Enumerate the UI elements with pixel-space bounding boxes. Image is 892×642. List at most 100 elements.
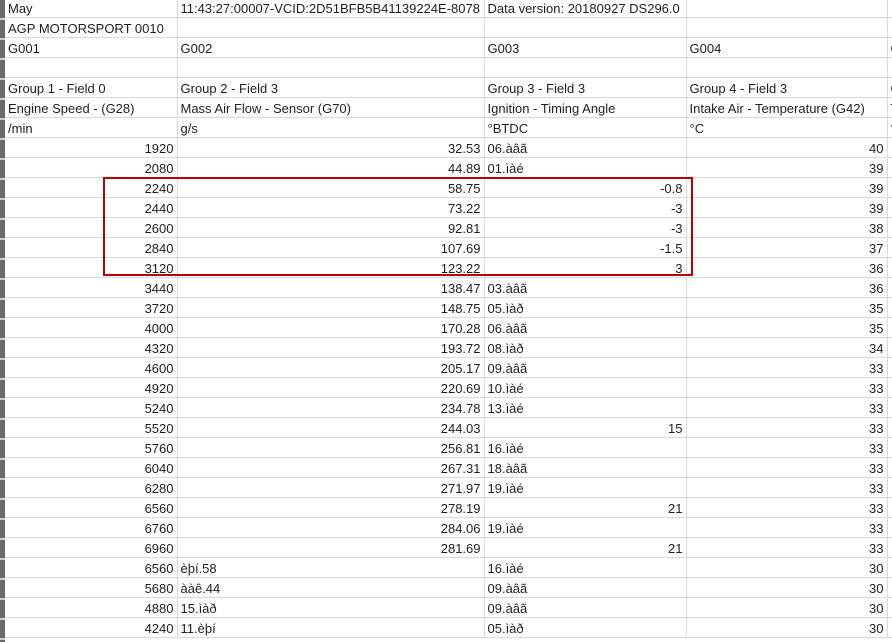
table-cell[interactable]: 138.47 [177, 277, 485, 298]
table-cell[interactable]: 19.ìàé [484, 517, 687, 538]
table-cell[interactable]: 1920 [5, 137, 178, 158]
table-cell[interactable]: 15.ìàð [177, 597, 485, 618]
table-cell[interactable]: 38 [686, 217, 888, 238]
table-cell[interactable]: 2440 [5, 197, 178, 218]
table-cell[interactable]: 3120 [5, 257, 178, 278]
table-cell[interactable]: 06.àâã [484, 317, 687, 338]
header-cell[interactable]: g/s [177, 117, 485, 138]
header-cell[interactable]: Group 4 - Field 3 [686, 77, 888, 98]
header-cell[interactable]: Group 3 - Field 3 [484, 77, 687, 98]
table-cell[interactable]: 33 [686, 377, 888, 398]
table-cell[interactable]: 107.69 [177, 237, 485, 258]
header-cell[interactable] [887, 0, 892, 18]
table-cell-empty[interactable] [887, 617, 892, 638]
table-cell[interactable]: 30 [686, 577, 888, 598]
header-cell[interactable]: G002 [177, 37, 485, 58]
table-cell[interactable]: 234.78 [177, 397, 485, 418]
table-cell-empty[interactable] [887, 317, 892, 338]
table-cell[interactable]: 06.àâã [484, 137, 687, 158]
table-cell[interactable]: 2240 [5, 177, 178, 198]
header-cell[interactable]: Engine Speed - (G28) [5, 97, 178, 118]
table-cell-empty[interactable] [887, 217, 892, 238]
table-cell[interactable]: 33 [686, 397, 888, 418]
table-cell[interactable]: 33 [686, 517, 888, 538]
table-cell-empty[interactable] [887, 157, 892, 178]
header-cell[interactable]: G [887, 37, 892, 58]
table-cell-empty[interactable] [887, 537, 892, 558]
table-cell-empty[interactable] [887, 237, 892, 258]
table-cell[interactable]: 30 [686, 597, 888, 618]
header-cell[interactable]: May [5, 0, 178, 18]
header-cell[interactable]: /min [5, 117, 178, 138]
table-cell[interactable]: 244.03 [177, 417, 485, 438]
table-cell-empty[interactable] [887, 477, 892, 498]
table-cell[interactable]: 148.75 [177, 297, 485, 318]
table-cell[interactable]: 6560 [5, 497, 178, 518]
table-cell[interactable]: 281.69 [177, 537, 485, 558]
table-cell[interactable]: 3440 [5, 277, 178, 298]
table-cell[interactable]: 01.ìàé [484, 157, 687, 178]
header-cell[interactable] [686, 57, 888, 78]
table-cell[interactable]: 278.19 [177, 497, 485, 518]
table-cell-empty[interactable] [887, 177, 892, 198]
header-cell[interactable] [686, 17, 888, 38]
table-cell-empty[interactable] [887, 197, 892, 218]
table-cell[interactable]: 36 [686, 257, 888, 278]
table-cell[interactable]: 16.ìàé [484, 437, 687, 458]
table-cell[interactable]: 220.69 [177, 377, 485, 398]
table-cell[interactable]: 3720 [5, 297, 178, 318]
table-cell[interactable]: 32.53 [177, 137, 485, 158]
table-cell[interactable]: 73.22 [177, 197, 485, 218]
table-cell[interactable]: 4320 [5, 337, 178, 358]
table-cell[interactable]: 33 [686, 477, 888, 498]
header-cell[interactable]: G003 [484, 37, 687, 58]
table-cell-empty[interactable] [887, 497, 892, 518]
header-cell[interactable]: Group 2 - Field 3 [177, 77, 485, 98]
table-cell[interactable]: 09.àâã [484, 577, 687, 598]
table-cell[interactable]: 6040 [5, 457, 178, 478]
table-cell[interactable]: ààê.44 [177, 577, 485, 598]
table-cell[interactable]: 92.81 [177, 217, 485, 238]
table-cell-empty[interactable] [887, 277, 892, 298]
table-cell[interactable]: 39 [686, 197, 888, 218]
header-cell[interactable] [177, 57, 485, 78]
table-cell[interactable]: 33 [686, 457, 888, 478]
table-cell[interactable]: 21 [484, 497, 687, 518]
table-cell[interactable]: 08.ìàð [484, 337, 687, 358]
header-cell[interactable]: Intake Air - Temperature (G42) [686, 97, 888, 118]
table-cell[interactable]: 5680 [5, 577, 178, 598]
table-cell[interactable]: 6280 [5, 477, 178, 498]
table-cell[interactable]: 33 [686, 357, 888, 378]
table-cell[interactable]: 2840 [5, 237, 178, 258]
table-cell[interactable]: 33 [686, 497, 888, 518]
header-cell[interactable]: ° [887, 117, 892, 138]
table-cell[interactable]: 6760 [5, 517, 178, 538]
table-cell-empty[interactable] [887, 377, 892, 398]
header-cell[interactable] [887, 17, 892, 38]
table-cell[interactable]: 09.àâã [484, 597, 687, 618]
table-cell[interactable]: 39 [686, 157, 888, 178]
table-cell[interactable]: 33 [686, 537, 888, 558]
table-cell[interactable]: 35 [686, 317, 888, 338]
header-cell[interactable]: °C [686, 117, 888, 138]
table-cell-empty[interactable] [887, 137, 892, 158]
header-cell[interactable]: G004 [686, 37, 888, 58]
table-cell[interactable]: 39 [686, 177, 888, 198]
table-cell[interactable]: 5240 [5, 397, 178, 418]
table-cell[interactable]: 170.28 [177, 317, 485, 338]
header-cell[interactable] [177, 17, 485, 38]
table-cell[interactable]: 2600 [5, 217, 178, 238]
table-cell[interactable]: 33 [686, 417, 888, 438]
table-cell[interactable]: -0.8 [484, 177, 687, 198]
table-cell[interactable]: 16.ìàé [484, 557, 687, 578]
table-cell[interactable]: 13.ìàé [484, 397, 687, 418]
table-cell-empty[interactable] [887, 457, 892, 478]
header-cell[interactable]: AGP MOTORSPORT 0010 [5, 17, 178, 38]
table-cell[interactable]: 5760 [5, 437, 178, 458]
table-cell[interactable]: 4880 [5, 597, 178, 618]
table-cell-empty[interactable] [887, 437, 892, 458]
table-cell[interactable]: 271.97 [177, 477, 485, 498]
table-cell[interactable]: 21 [484, 537, 687, 558]
table-cell[interactable]: 40 [686, 137, 888, 158]
table-cell[interactable]: -3 [484, 217, 687, 238]
